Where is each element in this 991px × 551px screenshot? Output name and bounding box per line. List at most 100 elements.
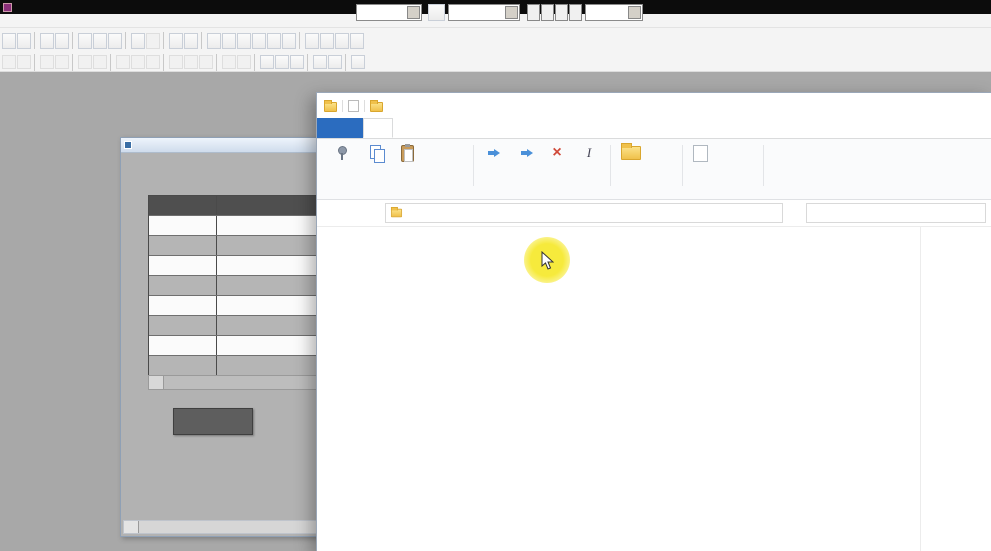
delete-button[interactable]: × (544, 142, 570, 166)
new-window-icon[interactable] (2, 33, 16, 49)
fill-icon[interactable] (328, 55, 342, 69)
chevron-down-icon[interactable] (628, 6, 641, 19)
move-to-button[interactable] (478, 142, 510, 166)
align-right-icon[interactable] (17, 55, 31, 69)
toolbar-main (0, 28, 991, 53)
new-folder-quick-icon[interactable] (370, 102, 383, 112)
print-preview-icon[interactable] (55, 33, 69, 49)
window-manage-icon[interactable] (320, 33, 334, 49)
same-height-icon[interactable] (131, 55, 145, 69)
condition-icon[interactable] (267, 33, 281, 49)
copy-button[interactable] (363, 142, 391, 166)
folder-icon (324, 102, 337, 112)
chevron-down-icon[interactable] (505, 6, 518, 19)
window-icon (124, 141, 132, 149)
group-icon[interactable] (260, 55, 274, 69)
paste-icon[interactable] (108, 33, 122, 49)
align-bottom-icon[interactable] (55, 55, 69, 69)
toolbar-separator (345, 54, 348, 71)
screen: { "colors": {"click_indicator": "#f6e932… (0, 0, 991, 551)
lock-icon[interactable] (313, 55, 327, 69)
center-h-icon[interactable] (78, 55, 92, 69)
pin-to-quick-access-button[interactable] (319, 142, 363, 166)
tab-view[interactable] (421, 118, 449, 138)
properties-button[interactable] (685, 142, 715, 166)
explorer-titlebar[interactable] (317, 93, 991, 118)
file-list-header (444, 227, 991, 245)
delete-x-icon: × (552, 145, 561, 161)
scroll-left-button[interactable] (124, 521, 139, 533)
rotate-icon[interactable] (237, 55, 251, 69)
undo-icon[interactable] (131, 33, 145, 49)
data-icon[interactable] (305, 33, 319, 49)
toolbox-icon[interactable] (169, 33, 183, 49)
state-buttons (527, 4, 583, 21)
frame-icon[interactable] (184, 33, 198, 49)
to-front-icon[interactable] (199, 55, 213, 69)
state-button-s3[interactable] (569, 4, 582, 21)
state-button-s0[interactable] (527, 4, 540, 21)
tab-home[interactable] (363, 118, 393, 138)
paste-button[interactable] (393, 142, 421, 166)
copy-to-button[interactable] (511, 142, 543, 166)
tab-share[interactable] (393, 118, 421, 138)
language-icon[interactable] (428, 4, 445, 21)
toolbar-separator (110, 54, 113, 71)
animation-icon[interactable] (207, 33, 221, 49)
breadcrumb[interactable] (385, 203, 783, 223)
search-input[interactable] (807, 208, 985, 219)
copy-path-button[interactable] (423, 144, 437, 157)
to-back-icon[interactable] (222, 55, 236, 69)
state-button-s2[interactable] (555, 4, 568, 21)
table-cell (149, 216, 217, 235)
layer-icon[interactable] (290, 55, 304, 69)
save-icon[interactable] (17, 33, 31, 49)
grid-setting-icon[interactable] (351, 55, 365, 69)
ungroup-icon[interactable] (275, 55, 289, 69)
language-combo[interactable] (448, 4, 520, 21)
new-folder-button[interactable] (613, 142, 649, 166)
group-separator (682, 145, 683, 186)
refresh-display-button[interactable] (173, 408, 253, 435)
sort-icon[interactable] (350, 33, 364, 49)
same-width-icon[interactable] (116, 55, 130, 69)
toolbar-separator (201, 32, 204, 49)
space-h-icon[interactable] (169, 55, 183, 69)
align-top-icon[interactable] (40, 55, 54, 69)
scroll-left-button[interactable] (149, 376, 164, 389)
grid-icon[interactable] (282, 33, 296, 49)
print-icon[interactable] (40, 33, 54, 49)
file-explorer-window[interactable]: × I (316, 92, 991, 551)
zoom-combo[interactable] (356, 4, 422, 21)
align-left-icon[interactable] (2, 55, 16, 69)
properties-quick-icon[interactable] (348, 100, 359, 112)
chevron-down-icon[interactable] (407, 6, 420, 19)
same-size-icon[interactable] (146, 55, 160, 69)
redo-icon[interactable] (146, 33, 160, 49)
cut-icon[interactable] (78, 33, 92, 49)
toolbar-separator (307, 54, 310, 71)
mouse-cursor-icon (541, 251, 554, 270)
device-icon[interactable] (222, 33, 236, 49)
center-v-icon[interactable] (93, 55, 107, 69)
toolbar-separator (163, 54, 166, 71)
space-v-icon[interactable] (184, 55, 198, 69)
confirm-icon[interactable] (335, 33, 349, 49)
table-cell (149, 296, 217, 315)
properties-check-icon (693, 145, 708, 162)
toolbar-separator (125, 32, 128, 49)
panel-icon[interactable] (252, 33, 266, 49)
toolbar-separator (34, 32, 37, 49)
cut-button[interactable] (423, 172, 437, 185)
search-box[interactable] (806, 203, 986, 223)
paste-shortcut-button[interactable] (423, 158, 437, 171)
font-icon[interactable] (237, 33, 251, 49)
rename-button[interactable]: I (571, 142, 607, 166)
state-button-s1[interactable] (541, 4, 554, 21)
status-combo[interactable] (585, 4, 643, 21)
toolbar-separator (163, 32, 166, 49)
column-edge-line (920, 227, 921, 551)
app-logo-icon (3, 3, 12, 12)
copy-icon[interactable] (93, 33, 107, 49)
tab-file[interactable] (317, 118, 363, 138)
